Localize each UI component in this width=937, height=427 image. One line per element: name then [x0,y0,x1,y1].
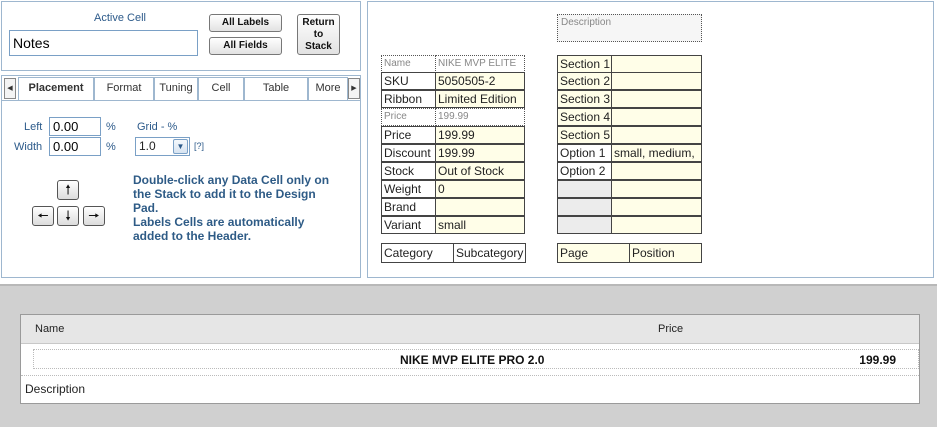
pad-subcategory-cell[interactable]: Subcategory [453,243,526,263]
pad-field-value[interactable] [435,198,525,216]
chevron-down-icon[interactable]: ▼ [173,139,188,154]
width-label: Width [14,141,43,153]
return-to-stack-button[interactable]: Return to Stack [297,14,340,55]
pad-category-cell[interactable]: Category [381,243,454,263]
arrow-down-icon[interactable]: 🠗 [57,206,79,226]
pad-section-label[interactable]: Section 3 [557,90,612,108]
preview-description: Description [21,375,919,403]
return-line-2: to [313,29,324,40]
left-unit: % [106,121,116,133]
pad-section-label[interactable] [557,180,612,198]
preview-row-name: NIKE MVP ELITE PRO 2.0 [400,353,545,367]
placement-help-text: Double-click any Data Cell only on the S… [133,173,343,243]
pad-section-label[interactable]: Section 1 [557,55,612,73]
preview-row-price: 199.99 [859,353,896,367]
pad-section-label[interactable] [557,198,612,216]
pad-field-label[interactable]: Name [381,55,436,73]
grid-select[interactable]: 1.0 ▼ [135,137,190,156]
tab-tuning[interactable]: Tuning [154,77,198,100]
pad-field-value[interactable]: Limited Edition [435,90,525,108]
preview-header-name: Name [35,323,65,335]
pad-field-label[interactable]: Price [381,126,436,144]
pad-section-value[interactable] [611,55,702,73]
pad-section-value[interactable]: small, medium, [611,144,702,162]
arrow-left-icon[interactable]: 🠔 [32,206,54,226]
pad-field-value[interactable]: Out of Stock [435,162,525,180]
pad-section-label[interactable]: Option 1 [557,144,612,162]
pad-field-value[interactable]: NIKE MVP ELITE [435,55,525,73]
pad-field-label[interactable]: Ribbon [381,90,436,108]
tab-table[interactable]: Table [244,77,308,100]
pad-field-value[interactable]: 0 [435,180,525,198]
grid-help-link[interactable]: [?] [194,141,204,151]
pad-section-label[interactable]: Section 4 [557,108,612,126]
tab-placement[interactable]: Placement [18,77,94,100]
pad-field-label[interactable]: Stock [381,162,436,180]
pad-field-value[interactable]: 199.99 [435,108,525,126]
pad-section-value[interactable] [611,216,702,234]
left-input[interactable] [49,117,101,136]
pad-field-label[interactable]: Price [381,108,436,126]
tab-scroll-left-icon[interactable]: ◀ [4,78,16,99]
pad-section-label[interactable] [557,216,612,234]
arrow-up-icon[interactable]: 🠕 [57,180,79,200]
return-line-1: Return [302,17,335,28]
return-line-3: Stack [305,41,332,52]
pad-field-label[interactable]: Discount [381,144,436,162]
pad-section-value[interactable] [611,180,702,198]
grid-label: Grid - % [137,121,178,133]
pad-section-label[interactable]: Section 2 [557,72,612,90]
pad-section-value[interactable] [611,126,702,144]
active-cell-label: Active Cell [94,12,146,24]
pad-field-value[interactable]: 199.99 [435,126,525,144]
pad-field-label[interactable]: Variant [381,216,436,234]
preview-header: Name Price [21,315,919,344]
all-labels-button[interactable]: All Labels [209,14,282,32]
pad-field-value[interactable]: 5050505-2 [435,72,525,90]
pad-section-label[interactable]: Section 5 [557,126,612,144]
width-input[interactable] [49,137,101,156]
preview-row: NIKE MVP ELITE PRO 2.0 199.99 [33,349,919,369]
preview-table: Name Price NIKE MVP ELITE PRO 2.0 199.99… [20,314,920,404]
pad-position-cell[interactable]: Position [629,243,702,263]
pad-section-value[interactable] [611,90,702,108]
help-text-header: Labels Cells are automatically added to … [133,215,305,243]
help-text-stack: Double-click any Data Cell only on the S… [133,173,330,215]
pad-field-label[interactable]: Weight [381,180,436,198]
all-fields-button[interactable]: All Fields [209,37,282,55]
tab-scroll-right-icon[interactable]: ▶ [348,78,360,99]
pad-field-value[interactable]: 199.99 [435,144,525,162]
grid-select-value: 1.0 [139,139,156,153]
active-cell-input[interactable] [9,30,198,56]
design-pad-description-cell[interactable]: Description [557,14,702,42]
preview-header-price: Price [658,323,684,335]
preview-area: Name Price NIKE MVP ELITE PRO 2.0 199.99… [0,284,937,427]
tab-bar: ◀ Placement Format Tuning Cell Table Mor… [1,75,361,100]
tab-cell[interactable]: Cell [198,77,244,100]
pad-section-value[interactable] [611,108,702,126]
pad-section-label[interactable]: Option 2 [557,162,612,180]
left-label: Left [24,121,43,133]
tab-format[interactable]: Format [94,77,154,100]
arrow-right-icon[interactable]: 🠖 [83,206,105,226]
pad-field-label[interactable]: Brand [381,198,436,216]
width-unit: % [106,141,116,153]
tab-more[interactable]: More [308,77,348,100]
pad-section-value[interactable] [611,72,702,90]
pad-page-cell[interactable]: Page [557,243,630,263]
preview-description-label: Description [25,382,86,396]
pad-section-value[interactable] [611,198,702,216]
pad-section-value[interactable] [611,162,702,180]
pad-field-label[interactable]: SKU [381,72,436,90]
pad-field-value[interactable]: small [435,216,525,234]
